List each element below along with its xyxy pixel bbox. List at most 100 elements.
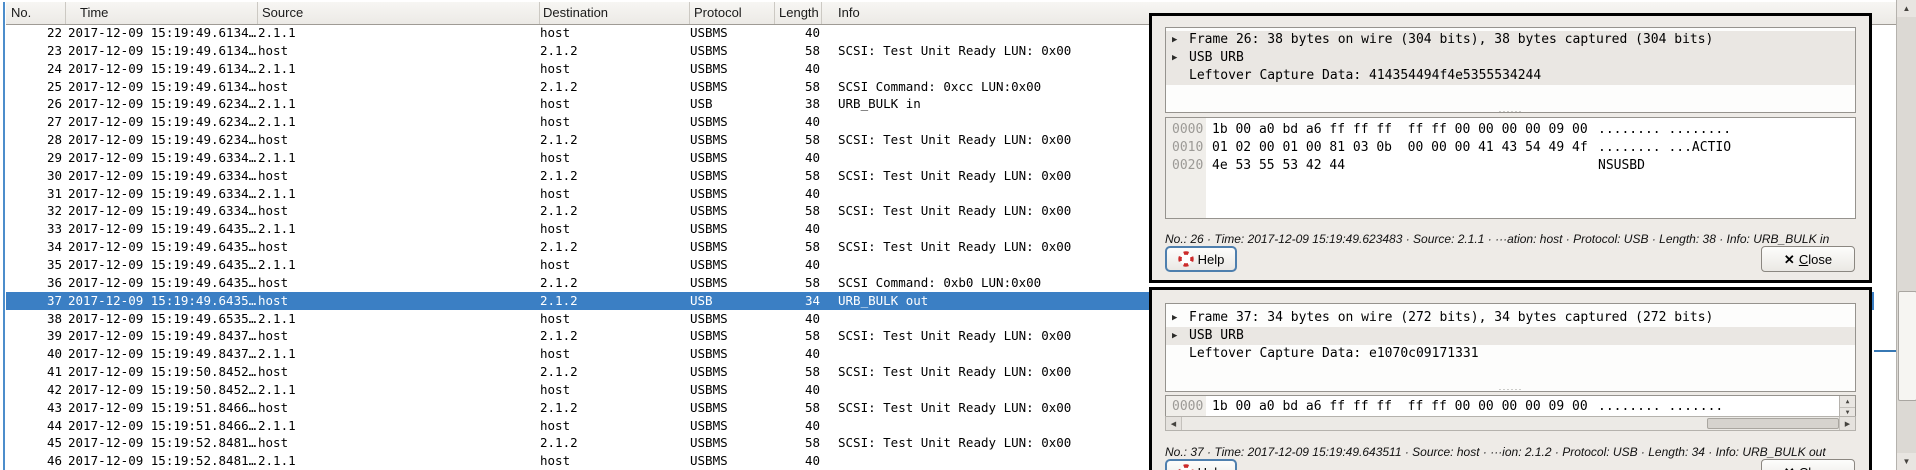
detail-tree-row[interactable]: ▶ USB URB [1166,327,1855,345]
hex-dump-row[interactable]: 0000 1b 00 a0 bd a6 ff ff ff ff ff 00 00 … [1166,121,1855,139]
main-vertical-scrollbar[interactable]: ▲ ▼ [1896,0,1916,470]
cell-proto: USBMS [690,114,728,130]
cell-dst: 2.1.2 [540,42,578,58]
close-button[interactable]: ✕ Close [1761,459,1855,470]
help-button-label: Help [1198,465,1225,470]
cell-no: 23 [46,42,62,58]
cell-len: 34 [804,292,820,308]
hex-ascii: ........ ...ACTIO [1598,140,1732,155]
hex-dump-row[interactable]: 0010 01 02 00 01 00 81 03 0b 00 00 00 41 … [1166,139,1855,157]
cell-time: 2017-12-09 15:19:49.6134… [68,25,257,40]
cell-no: 42 [46,381,62,397]
scrollbar-thumb[interactable] [1898,291,1916,401]
packet-bytes-pane[interactable]: 0000 1b 00 a0 bd a6 ff ff ff ff ff 00 00 … [1165,117,1856,219]
packet-detail-tree[interactable]: ▶ Frame 37: 34 bytes on wire (272 bits), … [1165,303,1856,392]
pane-splitter[interactable]: ······ [1165,386,1856,394]
cell-proto: USBMS [690,435,728,451]
cell-src: 2.1.1 [258,221,296,237]
cell-dst: 2.1.2 [540,239,578,255]
cell-src: 2.1.1 [258,346,296,362]
detail-tree-row[interactable]: ▶ Frame 26: 38 bytes on wire (304 bits), … [1166,31,1855,49]
cell-src: host [258,292,289,308]
cell-time: 2017-12-09 15:19:49.6334… [68,185,257,201]
bytes-horizontal-scrollbar[interactable]: ◀ ▶ [1165,416,1856,431]
hex-dump-row[interactable]: 0000 1b 00 a0 bd a6 ff ff ff ff ff 00 00 … [1166,398,1855,416]
cell-no: 36 [46,274,62,290]
close-button[interactable]: ✕ Close [1761,246,1855,272]
cell-src: host [258,42,289,58]
cell-len: 40 [804,25,820,40]
packet-detail-window-37: ▶ Frame 37: 34 bytes on wire (272 bits), … [1149,287,1872,470]
cell-time: 2017-12-09 15:19:49.6435… [68,221,257,237]
cell-no: 43 [46,399,62,415]
hex-bytes: 01 02 00 01 00 81 03 0b 00 00 00 41 43 5… [1212,140,1588,155]
cell-len: 58 [804,42,820,58]
scroll-up-icon[interactable]: ▲ [1897,0,1916,17]
hex-dump-row[interactable]: 0020 4e 53 55 53 42 44 NSUSBD [1166,157,1855,175]
hex-bytes: 4e 53 55 53 42 44 [1212,158,1346,173]
column-header-time[interactable]: Time [66,2,258,24]
cell-len: 40 [804,310,820,326]
packet-detail-tree[interactable]: ▶ Frame 26: 38 bytes on wire (304 bits), … [1165,27,1856,113]
column-header-protocol[interactable]: Protocol [690,2,775,24]
tree-row-label: Leftover Capture Data: 414354494f4e53555… [1189,68,1542,83]
cell-src: host [258,399,289,415]
detail-tree-row[interactable]: Leftover Capture Data: e1070c09171331 [1166,345,1855,363]
cell-time: 2017-12-09 15:19:49.6435… [68,239,257,255]
cell-no: 27 [46,114,62,130]
column-header-source[interactable]: Source [258,2,540,24]
cell-time: 2017-12-09 15:19:49.6134… [68,78,257,94]
cell-no: 32 [46,203,62,219]
help-button[interactable]: Help [1165,459,1237,470]
expand-arrow-icon[interactable]: ▶ [1172,327,1177,345]
cell-no: 38 [46,310,62,326]
cell-proto: USBMS [690,256,728,272]
cell-no: 33 [46,221,62,237]
cell-time: 2017-12-09 15:19:49.6535… [68,310,257,326]
cell-dst: host [540,381,571,397]
cell-no: 34 [46,239,62,255]
cell-dst: host [540,149,571,165]
cell-time: 2017-12-09 15:19:49.6435… [68,292,257,308]
cell-time: 2017-12-09 15:19:51.8466… [68,417,257,433]
scroll-left-icon[interactable]: ◀ [1166,417,1182,430]
column-header-length[interactable]: Length [775,2,822,24]
scrollbar-thumb[interactable] [1707,418,1839,429]
detail-tree-row[interactable]: ▶ Frame 37: 34 bytes on wire (272 bits), … [1166,309,1855,327]
detail-tree-row[interactable]: Leftover Capture Data: 414354494f4e53555… [1166,67,1855,85]
cell-len: 40 [804,417,820,433]
cell-no: 31 [46,185,62,201]
bytes-vertical-scrollbar[interactable]: ▲ ▼ [1839,396,1855,417]
help-icon [1178,464,1194,470]
hex-addr: 0020 [1172,158,1204,173]
cell-len: 58 [804,364,820,380]
expand-arrow-icon[interactable]: ▶ [1172,49,1177,67]
cell-src: 2.1.1 [258,453,296,469]
column-header-destination[interactable]: Destination [540,2,690,24]
detail-tree-row[interactable]: ▶ USB URB [1166,49,1855,67]
cell-proto: USBMS [690,239,728,255]
cell-src: 2.1.1 [258,60,296,76]
packet-bytes-pane[interactable]: 0000 1b 00 a0 bd a6 ff ff ff ff ff 00 00 … [1165,395,1856,418]
packet-detail-window-26: ▶ Frame 26: 38 bytes on wire (304 bits), … [1149,13,1872,283]
expand-arrow-icon[interactable]: ▶ [1172,309,1177,327]
column-header-no[interactable]: No. [6,2,66,24]
cell-src: 2.1.1 [258,25,296,40]
scroll-right-icon[interactable]: ▶ [1839,417,1855,430]
scroll-up-icon[interactable]: ▲ [1840,396,1855,408]
cell-dst: 2.1.2 [540,328,578,344]
cell-proto: USBMS [690,364,728,380]
cell-no: 22 [46,25,62,40]
cell-dst: 2.1.2 [540,364,578,380]
pane-splitter[interactable]: ······ [1165,108,1856,116]
packet-summary-status: No.: 26 · Time: 2017-12-09 15:19:49.6234… [1165,232,1830,246]
scroll-down-icon[interactable]: ▼ [1897,453,1916,470]
cell-dst: host [540,417,571,433]
expand-arrow-icon[interactable]: ▶ [1172,31,1177,49]
cell-no: 37 [46,292,62,308]
cell-time: 2017-12-09 15:19:49.6134… [68,42,257,58]
cell-src: host [258,167,289,183]
cell-len: 58 [804,167,820,183]
cell-no: 45 [46,435,62,451]
help-button[interactable]: Help [1165,246,1237,272]
